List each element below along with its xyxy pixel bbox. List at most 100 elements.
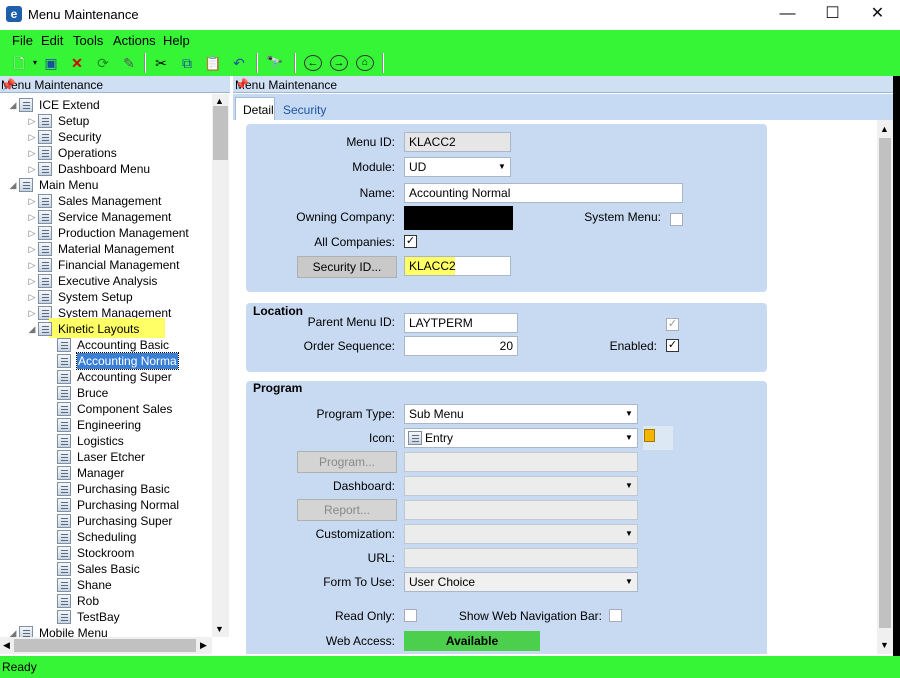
system-menu-checkbox[interactable] — [670, 213, 683, 226]
scroll-down-icon[interactable]: ▼ — [215, 624, 224, 634]
tree-horizontal-scrollbar[interactable]: ◀ ▶ — [0, 637, 212, 654]
chevron-down-icon[interactable]: ▼ — [494, 158, 510, 176]
tab-detail[interactable]: Detail — [235, 97, 275, 120]
expand-icon[interactable]: ▷ — [27, 145, 37, 161]
security-id-button[interactable]: Security ID... — [297, 256, 397, 278]
menu-tools[interactable]: Tools — [73, 33, 103, 48]
menu-file[interactable]: File — [12, 33, 33, 48]
maximize-button[interactable]: ☐ — [810, 0, 855, 30]
url-field[interactable] — [404, 548, 638, 568]
tree-node[interactable]: ▷ Dashboard Menu — [0, 161, 212, 177]
tree-node[interactable]: ▷ Material Management — [0, 241, 212, 257]
tree-node[interactable]: Shane — [0, 577, 212, 593]
tree-node[interactable]: Accounting Super — [0, 369, 212, 385]
tree-node[interactable]: Rob — [0, 593, 212, 609]
customization-select[interactable]: ▼ — [404, 524, 638, 544]
chevron-down-icon[interactable]: ▼ — [621, 429, 637, 447]
security-id-field[interactable]: KLACC2 — [404, 256, 511, 276]
expand-icon[interactable]: ▷ — [27, 129, 37, 145]
expand-icon[interactable]: ▷ — [27, 209, 37, 225]
expand-icon[interactable]: ▷ — [27, 289, 37, 305]
tree-hscroll-thumb[interactable] — [14, 639, 196, 652]
tree-node[interactable]: ◢ ICE Extend — [0, 97, 212, 113]
show-web-nav-checkbox[interactable] — [609, 609, 622, 622]
tree-node[interactable]: TestBay — [0, 609, 212, 625]
tree-node[interactable]: ▷ Sales Management — [0, 193, 212, 209]
enabled-checkbox[interactable]: ✓ — [666, 339, 679, 352]
dashboard-select[interactable]: ▼ — [404, 476, 638, 496]
pin-icon[interactable]: 📌 — [235, 78, 887, 91]
tree-node[interactable]: ◢ Kinetic Layouts — [0, 318, 212, 338]
owning-company-field[interactable] — [404, 206, 513, 230]
tree-node[interactable]: ▷ Setup — [0, 113, 212, 129]
tree-node[interactable]: Purchasing Basic — [0, 481, 212, 497]
expand-icon[interactable]: ▷ — [27, 305, 37, 321]
icon-select[interactable]: Entry ▼ — [404, 428, 638, 448]
chevron-down-icon[interactable]: ▼ — [621, 477, 637, 495]
close-button[interactable]: ✕ — [855, 0, 900, 30]
form-to-use-select[interactable]: User Choice ▼ — [404, 572, 638, 592]
report-button[interactable]: Report... — [297, 499, 397, 521]
menu-actions[interactable]: Actions — [113, 33, 156, 48]
chevron-down-icon[interactable]: ▼ — [621, 525, 637, 543]
tree-node[interactable]: Laser Etcher — [0, 449, 212, 465]
collapse-icon[interactable]: ◢ — [8, 625, 18, 637]
delete-icon[interactable]: ✕ — [68, 55, 86, 71]
expand-icon[interactable]: ▷ — [27, 193, 37, 209]
tree-node[interactable]: ▷ Financial Management — [0, 257, 212, 273]
tree-node[interactable]: ▷ System Setup — [0, 289, 212, 305]
tree-node[interactable]: Bruce — [0, 385, 212, 401]
undo-icon[interactable]: ↶ — [230, 55, 248, 71]
menu-help[interactable]: Help — [163, 33, 190, 48]
all-companies-checkbox[interactable]: ✓ — [404, 235, 417, 248]
detail-vertical-scrollbar[interactable]: ▲ ▼ — [877, 120, 893, 654]
expand-icon[interactable]: ▷ — [27, 273, 37, 289]
collapse-icon[interactable]: ◢ — [8, 97, 18, 113]
tree-node[interactable]: ◢ Mobile Menu — [0, 625, 212, 637]
expand-icon[interactable]: ▷ — [27, 113, 37, 129]
pin-icon[interactable]: 📌 — [1, 78, 224, 92]
expand-icon[interactable]: ▷ — [27, 241, 37, 257]
tree-node[interactable]: ▷ Security — [0, 129, 212, 145]
collapse-icon[interactable]: ◢ — [27, 321, 37, 337]
tab-security[interactable]: Security — [283, 103, 326, 117]
program-button[interactable]: Program... — [297, 451, 397, 473]
scroll-up-icon[interactable]: ▲ — [880, 124, 889, 134]
module-select[interactable]: UD ▼ — [404, 157, 511, 177]
cut-icon[interactable]: ✂ — [152, 55, 170, 71]
refresh-icon[interactable]: ⟳ — [94, 55, 112, 71]
tree-node[interactable]: Logistics — [0, 433, 212, 449]
tree-node[interactable]: ▷ Production Management — [0, 225, 212, 241]
tree-node[interactable]: ◢ Main Menu — [0, 177, 212, 193]
menu-edit[interactable]: Edit — [41, 33, 63, 48]
tree-node[interactable]: Purchasing Super — [0, 513, 212, 529]
detail-scroll-thumb[interactable] — [879, 138, 891, 628]
minimize-button[interactable]: — — [765, 0, 810, 30]
expand-icon[interactable]: ▷ — [27, 257, 37, 273]
parent-menu-id-field[interactable]: LAYTPERM — [404, 313, 518, 333]
tree-node[interactable]: Component Sales — [0, 401, 212, 417]
chevron-down-icon[interactable]: ▼ — [621, 405, 637, 423]
chevron-down-icon[interactable]: ▼ — [621, 573, 637, 591]
tree-node[interactable]: Accounting Basic — [0, 337, 212, 353]
paste-icon[interactable]: 📋 — [204, 55, 222, 71]
clear-icon[interactable]: ✎ — [120, 55, 138, 71]
order-sequence-field[interactable]: 20 — [404, 336, 518, 356]
program-type-select[interactable]: Sub Menu ▼ — [404, 404, 638, 424]
program-field[interactable] — [404, 452, 638, 472]
menu-id-field[interactable]: KLACC2 — [404, 132, 511, 152]
previous-icon[interactable]: ← — [304, 55, 322, 71]
expand-icon[interactable]: ▷ — [27, 225, 37, 241]
tree-vertical-scrollbar[interactable]: ▲ ▼ — [212, 94, 229, 637]
tree-node[interactable]: Engineering — [0, 417, 212, 433]
scroll-down-icon[interactable]: ▼ — [880, 640, 889, 650]
tree-node[interactable]: ▷ Operations — [0, 145, 212, 161]
read-only-checkbox[interactable] — [404, 609, 417, 622]
tree-node[interactable]: Stockroom — [0, 545, 212, 561]
tree-node[interactable]: Accounting Norma — [0, 352, 212, 370]
save-icon[interactable]: ▣ — [42, 55, 60, 71]
search-icon[interactable]: 🔭 — [266, 55, 284, 71]
tree-node[interactable]: Sales Basic — [0, 561, 212, 577]
home-icon[interactable]: ⌂ — [356, 55, 374, 71]
tree-node[interactable]: ▷ Service Management — [0, 209, 212, 225]
